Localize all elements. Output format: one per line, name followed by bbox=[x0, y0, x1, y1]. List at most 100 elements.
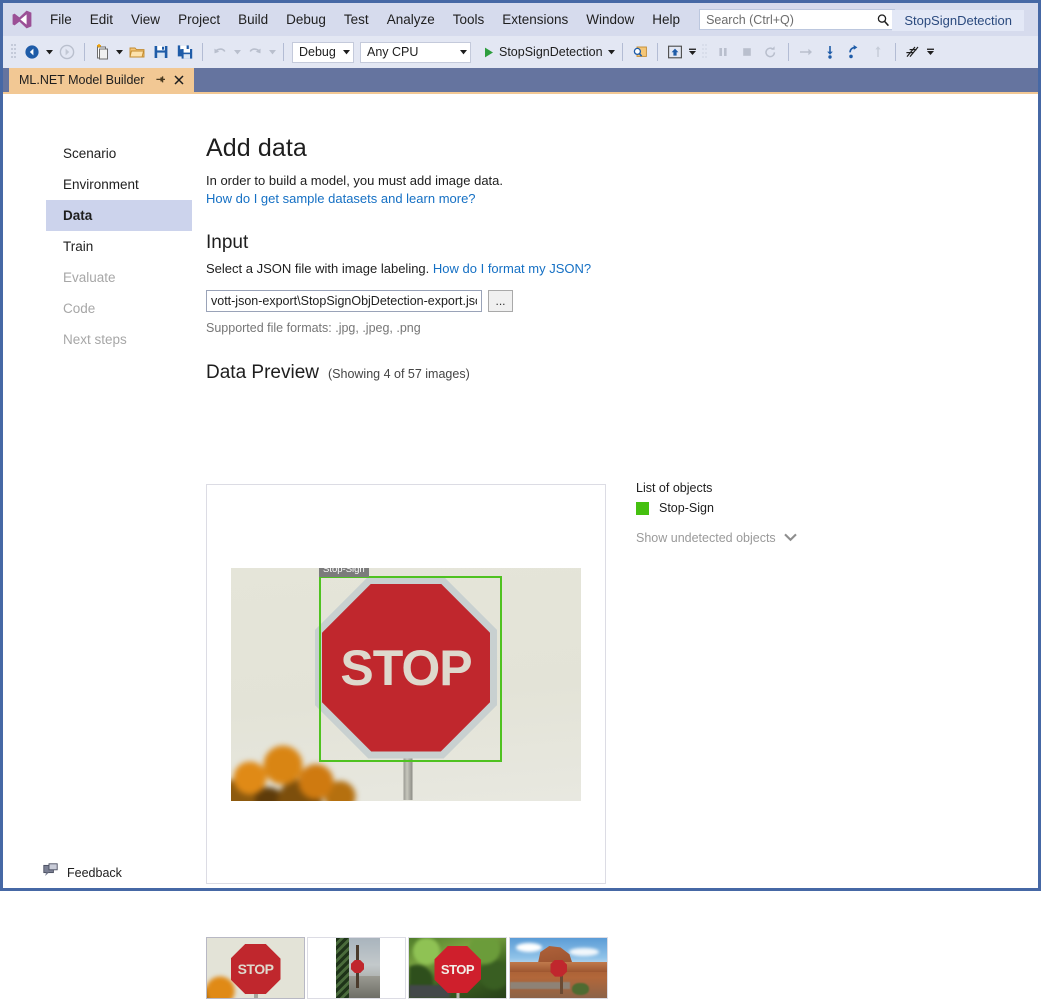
thumbnail-strip: STOP STOP bbox=[206, 937, 608, 999]
tab-ml-net-model-builder[interactable]: ML.NET Model Builder bbox=[9, 68, 194, 92]
find-in-files-icon[interactable] bbox=[629, 41, 651, 63]
solution-platform-combo[interactable]: Any CPU bbox=[360, 42, 471, 63]
visual-studio-window: File Edit View Project Build Debug Test … bbox=[0, 0, 1041, 891]
model-builder-tool-window: Scenario Environment Data Train Evaluate… bbox=[3, 92, 1038, 888]
search-input[interactable]: Search (Ctrl+Q) bbox=[699, 9, 895, 30]
preview-image-stop-sign-autumn: STOP Stop-Sign bbox=[231, 568, 581, 801]
navigate-forward-icon[interactable] bbox=[56, 41, 78, 63]
close-icon[interactable] bbox=[173, 73, 186, 87]
tab-label: ML.NET Model Builder bbox=[19, 73, 145, 87]
thumb-cloud bbox=[569, 948, 599, 956]
stop-icon[interactable] bbox=[736, 41, 758, 63]
navigate-back-dropdown[interactable] bbox=[44, 41, 55, 63]
step-out-icon[interactable] bbox=[843, 41, 865, 63]
object-list-item[interactable]: Stop-Sign bbox=[636, 501, 896, 515]
step-label: Data bbox=[63, 208, 92, 223]
step-train[interactable]: Train bbox=[46, 231, 192, 262]
data-preview-header: Data Preview (Showing 4 of 57 images) bbox=[206, 362, 1038, 384]
menu-item-project[interactable]: Project bbox=[170, 9, 228, 30]
toolbar-grip[interactable] bbox=[701, 43, 708, 61]
toolbar-separator bbox=[657, 43, 658, 61]
json-file-path-input[interactable] bbox=[206, 290, 482, 312]
save-all-icon[interactable] bbox=[174, 41, 196, 63]
menu-item-edit[interactable]: Edit bbox=[82, 9, 121, 30]
menu-item-analyze[interactable]: Analyze bbox=[379, 9, 443, 30]
thumbnail-stop-sign-autumn[interactable]: STOP bbox=[206, 937, 305, 999]
step-code: Code bbox=[46, 293, 192, 324]
thumb-stop-sign bbox=[351, 960, 364, 973]
format-json-link[interactable]: How do I format my JSON? bbox=[433, 261, 591, 276]
undo-dropdown[interactable] bbox=[232, 41, 243, 63]
open-file-icon[interactable] bbox=[126, 41, 148, 63]
step-label: Scenario bbox=[63, 146, 116, 161]
input-instruction: Select a JSON file with image labeling. bbox=[206, 261, 429, 276]
pin-icon[interactable] bbox=[154, 73, 167, 87]
toolbar-separator bbox=[895, 43, 896, 61]
thumbnail-stop-sign-red-rock[interactable] bbox=[509, 937, 608, 999]
navigate-back-icon[interactable] bbox=[21, 41, 43, 63]
start-debugging-label: StopSignDetection bbox=[499, 45, 603, 59]
redo-dropdown[interactable] bbox=[267, 41, 278, 63]
toolbar-separator bbox=[202, 43, 203, 61]
menu-item-window[interactable]: Window bbox=[578, 9, 642, 30]
standard-toolbar: Debug Any CPU StopSignDetection bbox=[3, 36, 1038, 68]
menu-item-tools[interactable]: Tools bbox=[445, 9, 493, 30]
pause-icon[interactable] bbox=[712, 41, 734, 63]
start-debugging-button[interactable]: StopSignDetection bbox=[478, 41, 617, 63]
save-icon[interactable] bbox=[150, 41, 172, 63]
redo-icon[interactable] bbox=[244, 41, 266, 63]
project-name-badge: StopSignDetection bbox=[892, 10, 1024, 31]
document-tab-strip: ML.NET Model Builder bbox=[3, 68, 1038, 92]
show-undetected-objects-toggle[interactable]: Show undetected objects bbox=[636, 529, 896, 547]
input-instruction-row: Select a JSON file with image labeling. … bbox=[206, 260, 1038, 279]
menu-item-debug[interactable]: Debug bbox=[278, 9, 334, 30]
show-undetected-label: Show undetected objects bbox=[636, 531, 776, 545]
new-item-dropdown[interactable] bbox=[114, 41, 125, 63]
thumbnail-stop-sign-green-trees[interactable]: STOP bbox=[408, 937, 507, 999]
step-scenario[interactable]: Scenario bbox=[46, 138, 192, 169]
search-placeholder: Search (Ctrl+Q) bbox=[706, 13, 876, 27]
new-item-icon[interactable] bbox=[91, 41, 113, 63]
step-over-icon[interactable] bbox=[795, 41, 817, 63]
sample-datasets-link[interactable]: How do I get sample datasets and learn m… bbox=[206, 191, 1038, 206]
play-icon bbox=[482, 46, 495, 59]
restart-icon[interactable] bbox=[760, 41, 782, 63]
search-icon bbox=[876, 13, 890, 27]
menu-item-help[interactable]: Help bbox=[644, 9, 688, 30]
menu-item-file[interactable]: File bbox=[42, 9, 80, 30]
step-environment[interactable]: Environment bbox=[46, 169, 192, 200]
object-list-title: List of objects bbox=[636, 481, 896, 495]
chevron-down-icon bbox=[460, 50, 467, 55]
undo-icon[interactable] bbox=[209, 41, 231, 63]
object-color-swatch bbox=[636, 502, 649, 515]
hot-reload-icon[interactable] bbox=[902, 41, 924, 63]
live-share-icon[interactable] bbox=[664, 41, 686, 63]
toolbar-separator bbox=[788, 43, 789, 61]
toolbar-overflow-icon[interactable] bbox=[925, 41, 936, 63]
object-list-panel: List of objects Stop-Sign Show undetecte… bbox=[636, 481, 896, 547]
solution-configuration-value: Debug bbox=[299, 45, 336, 59]
step-label: Next steps bbox=[63, 332, 127, 347]
supported-formats-label: Supported file formats: .jpg, .jpeg, .pn… bbox=[206, 321, 1038, 335]
live-share-dropdown[interactable] bbox=[687, 41, 698, 63]
chevron-down-icon bbox=[608, 50, 615, 55]
menu-item-build[interactable]: Build bbox=[230, 9, 276, 30]
chevron-down-icon bbox=[784, 529, 797, 547]
file-selection-row: ... bbox=[206, 290, 1038, 312]
solution-configuration-combo[interactable]: Debug bbox=[292, 42, 354, 63]
menu-item-extensions[interactable]: Extensions bbox=[494, 9, 576, 30]
step-next-steps: Next steps bbox=[46, 324, 192, 355]
step-label: Code bbox=[63, 301, 95, 316]
thumbnail-street-sign-narrow[interactable] bbox=[307, 937, 406, 999]
step-data[interactable]: Data bbox=[46, 200, 192, 231]
thumb-stop-sign: STOP bbox=[231, 944, 281, 994]
solution-platform-value: Any CPU bbox=[367, 45, 418, 59]
menu-item-view[interactable]: View bbox=[123, 9, 168, 30]
step-into-icon[interactable] bbox=[819, 41, 841, 63]
toolbar-grip[interactable] bbox=[10, 43, 17, 61]
feedback-link[interactable]: Feedback bbox=[43, 863, 122, 882]
step-up-icon[interactable] bbox=[867, 41, 889, 63]
menu-item-test[interactable]: Test bbox=[336, 9, 377, 30]
thumb-cloud bbox=[516, 943, 542, 952]
browse-button[interactable]: ... bbox=[488, 290, 513, 312]
